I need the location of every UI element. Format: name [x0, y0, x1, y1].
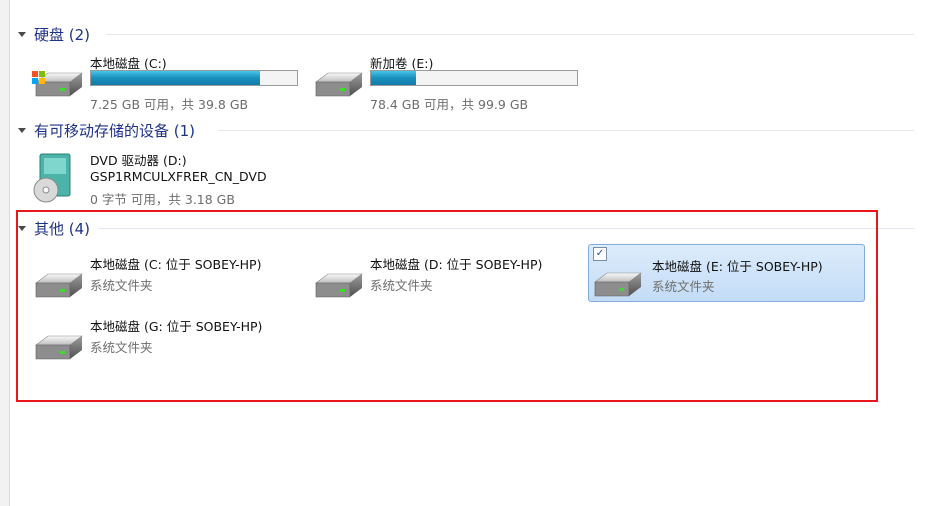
drive-usage-bar [370, 70, 578, 86]
drive-name: DVD 驱动器 (D:) [90, 153, 187, 168]
annotation-highlight-box [16, 210, 878, 402]
drive-free-space: 7.25 GB 可用，共 39.8 GB [90, 97, 249, 112]
group-divider [106, 34, 914, 35]
collapse-arrow-icon[interactable] [18, 31, 26, 37]
hard-drive-icon [315, 72, 363, 97]
dvd-drive-icon [33, 153, 71, 203]
drive-item-e[interactable]: 新加卷 (E:) 78.4 GB 可用，共 99.9 GB [310, 53, 580, 112]
group-title: 有可移动存储的设备 (1) [34, 121, 196, 140]
group-title: 硬盘 (2) [34, 25, 91, 44]
drive-item-c[interactable]: 本地磁盘 (C:) 7.25 GB 可用，共 39.8 GB [30, 53, 300, 112]
drive-usage-fill [91, 71, 260, 85]
collapse-arrow-icon[interactable] [18, 127, 26, 133]
disc-label: GSP1RMCULXFRER_CN_DVD [90, 169, 267, 184]
drive-usage-fill [371, 71, 417, 85]
window-left-edge [0, 0, 10, 506]
group-header-hdd[interactable]: 硬盘 (2) [18, 24, 914, 44]
drive-free-space: 78.4 GB 可用，共 99.9 GB [370, 97, 529, 112]
group-divider [218, 130, 914, 131]
drive-free-space: 0 字节 可用，共 3.18 GB [90, 192, 235, 207]
windows-drive-icon [32, 71, 83, 97]
drive-usage-bar [90, 70, 298, 86]
group-header-removable[interactable]: 有可移动存储的设备 (1) [18, 120, 914, 140]
dvd-drive-item[interactable]: DVD 驱动器 (D:) GSP1RMCULXFRER_CN_DVD 0 字节 … [30, 150, 290, 207]
